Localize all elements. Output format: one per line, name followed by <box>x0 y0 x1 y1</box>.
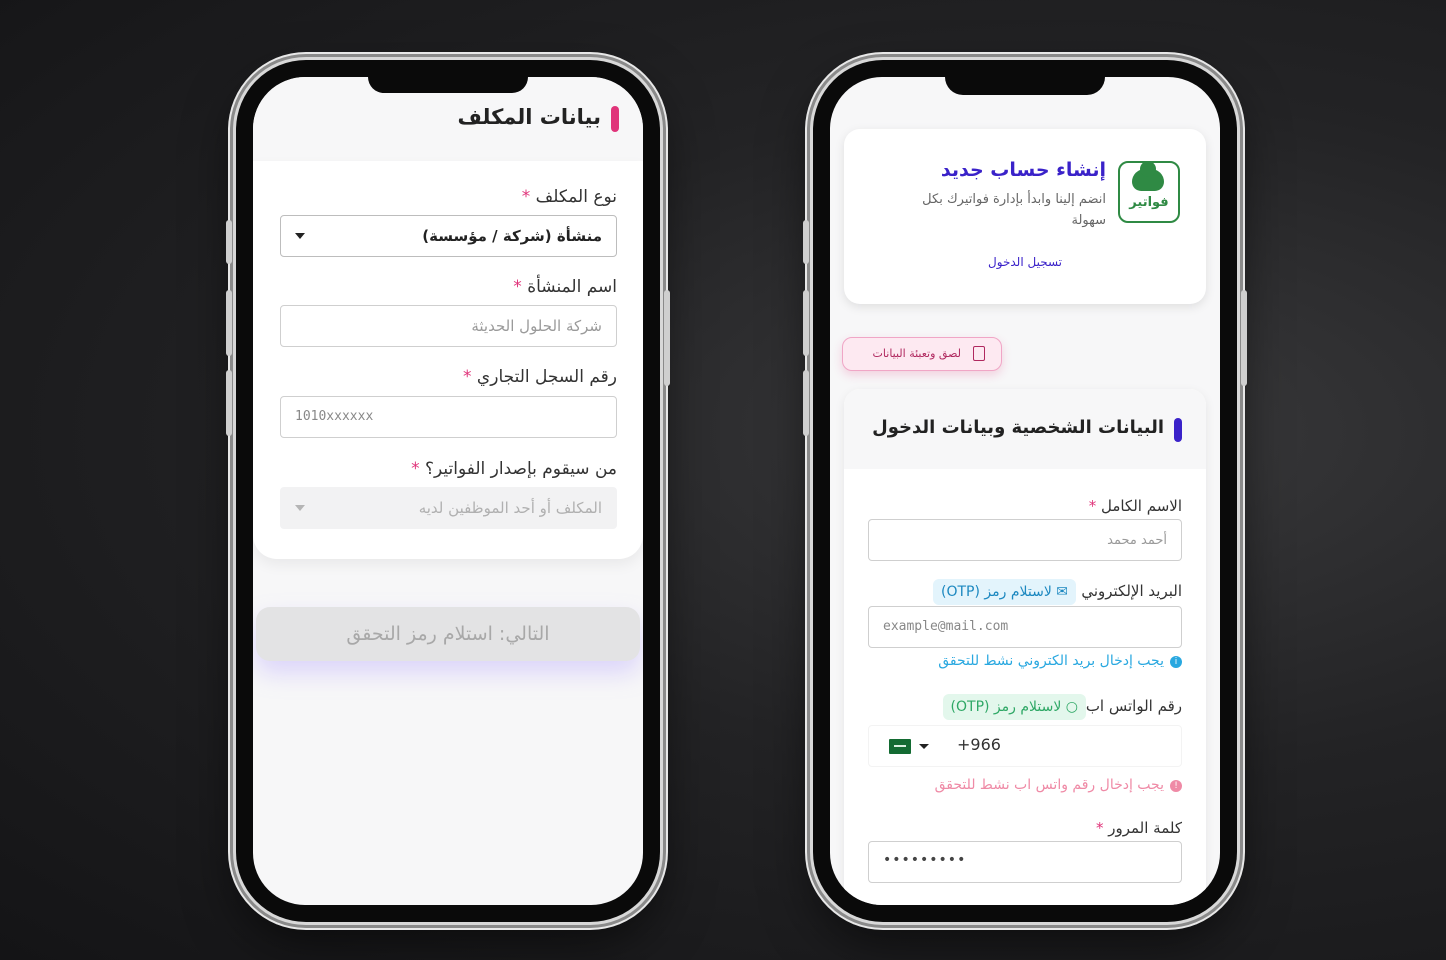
invoice-issuer-placeholder: المكلف أو أحد الموظفين لديه <box>418 499 602 517</box>
whatsapp-label: رقم الواتس اب * <box>1074 697 1182 715</box>
page-title: إنشاء حساب جديد <box>940 159 1106 181</box>
error-icon: ! <box>1170 780 1182 792</box>
next-button-label: التالي: استلام رمز التحقق <box>346 623 550 645</box>
dropdown-caret-icon <box>295 505 305 511</box>
paste-fill-button[interactable]: لصق وتعبئة البيانات <box>842 337 1002 371</box>
full-name-label: الاسم الكامل * <box>1088 497 1182 515</box>
invoice-issuer-select[interactable]: المكلف أو أحد الموظفين لديه <box>280 487 617 529</box>
section-title: بيانات المكلف <box>457 105 601 129</box>
password-input[interactable]: ••••••••• <box>868 841 1182 883</box>
email-label: البريد الإلكتروني * <box>1069 582 1182 600</box>
password-value: ••••••••• <box>883 852 967 868</box>
right-phone-frame: فواتير إنشاء حساب جديد انضم إلينا وابدأ … <box>803 60 1247 922</box>
left-screen: بيانات المكلف نوع المكلف * منشأة (شركة /… <box>253 77 643 905</box>
side-button <box>226 370 232 436</box>
taxpayer-type-label: نوع المكلف * <box>521 187 617 207</box>
commercial-register-input[interactable]: 1010xxxxxx <box>280 396 617 438</box>
section-title: البيانات الشخصية وبيانات الدخول <box>872 417 1164 438</box>
page-subtitle: انضم إلينا وابدأ بإدارة فواتيرك بكل سهول… <box>922 192 1106 228</box>
clipboard-icon <box>973 346 985 361</box>
personal-data-card: البيانات الشخصية وبيانات الدخول الاسم ال… <box>844 389 1206 905</box>
next-button[interactable]: التالي: استلام رمز التحقق <box>256 607 640 661</box>
side-button <box>803 220 809 264</box>
info-icon: i <box>1170 656 1182 668</box>
commercial-register-placeholder: 1010xxxxxx <box>295 409 374 424</box>
establishment-name-label: اسم المنشأة * <box>513 277 617 297</box>
section-header: البيانات الشخصية وبيانات الدخول <box>844 389 1206 469</box>
side-button <box>803 290 809 356</box>
taxpayer-type-select[interactable]: منشأة (شركة / مؤسسة) <box>280 215 617 257</box>
taxpayer-form-card: نوع المكلف * منشأة (شركة / مؤسسة) اسم ال… <box>253 161 643 559</box>
notch <box>945 77 1105 95</box>
section-accent-bar <box>611 106 619 132</box>
whatsapp-otp-badge: ○ لاستلام رمز (OTP) <box>942 694 1086 720</box>
country-dropdown-caret-icon[interactable] <box>919 744 929 749</box>
establishment-name-input[interactable]: شركة الحلول الحديثة <box>280 305 617 347</box>
commercial-register-label: رقم السجل التجاري * <box>463 367 617 387</box>
chat-icon: ○ <box>1065 699 1078 715</box>
login-link[interactable]: تسجيل الدخول <box>988 255 1062 269</box>
whatsapp-input[interactable]: +966 <box>868 725 1182 767</box>
power-button <box>1241 290 1247 386</box>
email-input[interactable]: example@mail.com <box>868 606 1182 648</box>
mail-icon: ✉ <box>1056 584 1068 600</box>
right-screen: فواتير إنشاء حساب جديد انضم إلينا وابدأ … <box>830 77 1220 905</box>
full-name-input[interactable]: أحمد محمد <box>868 519 1182 561</box>
left-phone-frame: بيانات المكلف نوع المكلف * منشأة (شركة /… <box>226 60 670 922</box>
side-button <box>803 370 809 436</box>
whatsapp-hint: !يجب إدخال رقم واتس اب نشط للتحقق <box>935 777 1182 793</box>
section-accent-bar <box>1174 418 1182 442</box>
paste-fill-label: لصق وتعبئة البيانات <box>872 347 961 360</box>
signup-header-card: فواتير إنشاء حساب جديد انضم إلينا وابدأ … <box>844 129 1206 304</box>
cloud-icon <box>1132 161 1164 191</box>
country-code: +966 <box>957 735 1001 754</box>
saudi-flag-icon <box>889 739 911 754</box>
password-label: كلمة المرور * <box>1095 819 1182 837</box>
notch <box>368 77 528 93</box>
invoice-issuer-label: من سيقوم بإصدار الفواتير؟ * <box>411 459 617 479</box>
email-placeholder: example@mail.com <box>883 619 1009 634</box>
establishment-name-placeholder: شركة الحلول الحديثة <box>471 317 602 335</box>
full-name-placeholder: أحمد محمد <box>1107 533 1167 548</box>
side-button <box>226 290 232 356</box>
email-hint: iيجب إدخال بريد الكتروني نشط للتحقق <box>938 653 1182 669</box>
logo-text: فواتير <box>1129 195 1169 210</box>
side-button <box>226 220 232 264</box>
email-otp-badge: ✉ لاستلام رمز (OTP) <box>933 579 1076 605</box>
taxpayer-type-value: منشأة (شركة / مؤسسة) <box>422 227 602 245</box>
power-button <box>664 290 670 386</box>
fawateer-logo: فواتير <box>1118 161 1180 223</box>
dropdown-caret-icon <box>295 233 305 239</box>
